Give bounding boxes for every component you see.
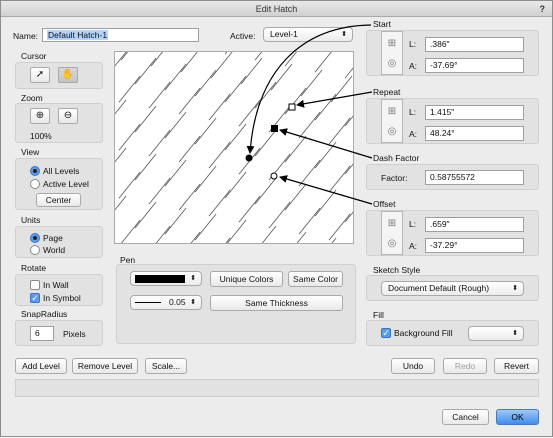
dash-factor-arrow [279,128,373,159]
start-point-marker[interactable] [245,154,253,162]
status-bar [15,379,539,397]
edit-hatch-window: Edit Hatch ? Name: Default Hatch-1 Activ… [0,0,553,437]
offset-arrow [279,175,373,205]
scale-button[interactable]: Scale... [145,358,187,374]
revert-button[interactable]: Revert [494,358,539,374]
start-arrow [246,24,372,154]
ok-button[interactable]: OK [496,409,539,425]
dash-factor-marker[interactable] [271,125,278,132]
cancel-button[interactable]: Cancel [442,409,489,425]
remove-level-button[interactable]: Remove Level [72,358,138,374]
repeat-point-marker[interactable] [288,103,296,111]
repeat-arrow [296,91,373,108]
redo-button[interactable]: Redo [443,358,487,374]
add-level-button[interactable]: Add Level [15,358,67,374]
offset-point-marker[interactable] [270,172,278,180]
undo-button[interactable]: Undo [391,358,435,374]
